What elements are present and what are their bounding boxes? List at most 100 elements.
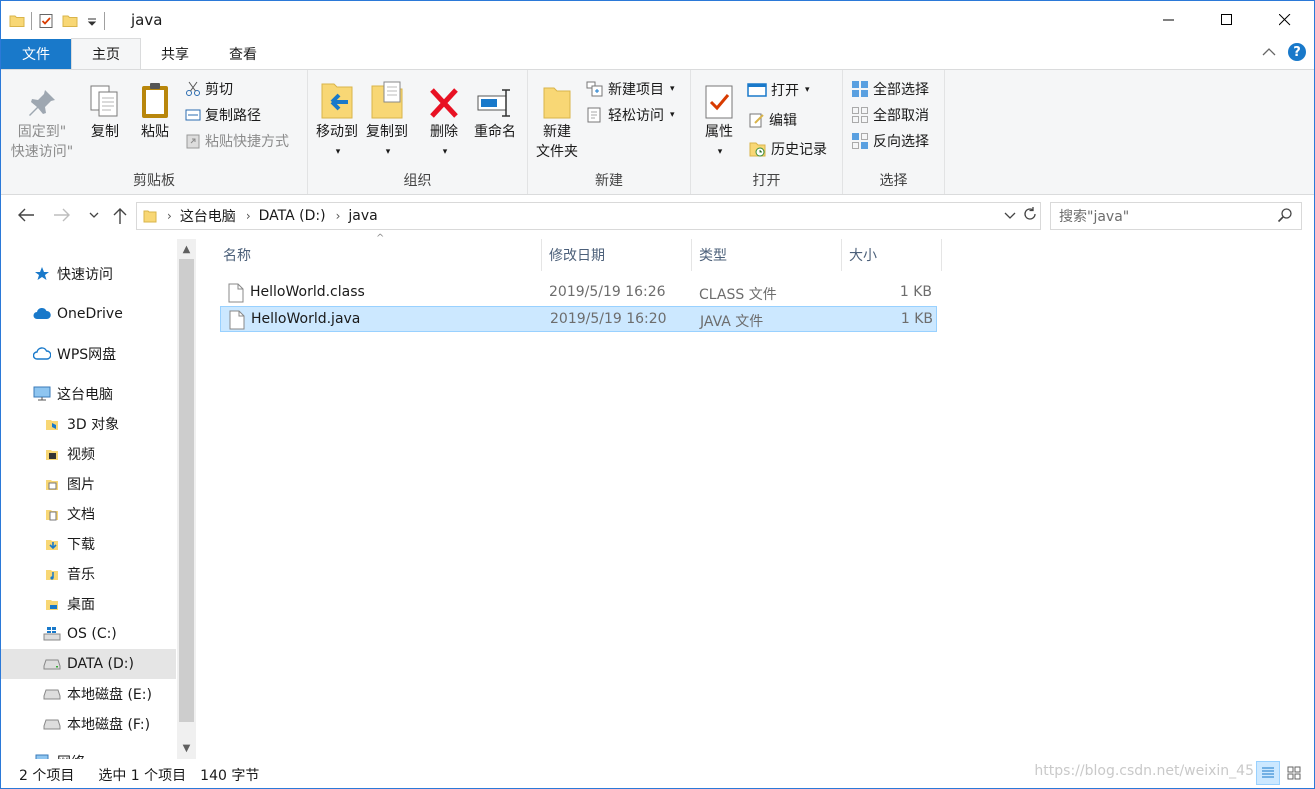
copy-path-icon bbox=[185, 109, 201, 121]
edit-button[interactable]: 编辑 bbox=[749, 110, 797, 130]
nav-item-e-drive[interactable]: 本地磁盘 (E:) bbox=[1, 679, 176, 709]
nav-item-documents[interactable]: 文档 bbox=[1, 499, 176, 529]
close-button[interactable] bbox=[1256, 1, 1314, 39]
breadcrumb-folder[interactable]: java bbox=[348, 208, 377, 224]
pin-label-line2: 快速访问" bbox=[10, 144, 74, 160]
nav-item-c-drive[interactable]: OS (C:) bbox=[1, 619, 176, 649]
maximize-button[interactable] bbox=[1198, 1, 1256, 39]
nav-item-quick-access[interactable]: 快速访问 bbox=[1, 259, 176, 289]
nav-label: 下载 bbox=[67, 537, 95, 553]
scroll-down-icon[interactable]: ▼ bbox=[177, 739, 196, 757]
pin-quick-access-button[interactable]: 固定到" 快速访问" bbox=[7, 76, 77, 162]
back-arrow-icon[interactable] bbox=[17, 208, 35, 222]
nav-item-downloads[interactable]: 下载 bbox=[1, 529, 176, 559]
move-to-button[interactable]: 移动到 ▾ bbox=[314, 76, 360, 162]
new-folder-label-line1: 新建 bbox=[543, 124, 571, 140]
minimize-button[interactable] bbox=[1140, 1, 1198, 39]
help-button[interactable]: ? bbox=[1288, 43, 1306, 61]
column-header-date[interactable]: 修改日期 bbox=[542, 239, 692, 271]
paste-shortcut-button[interactable]: 粘贴快捷方式 bbox=[185, 131, 289, 151]
column-header-type[interactable]: 类型 bbox=[692, 239, 842, 271]
open-button[interactable]: 打开 ▾ bbox=[747, 80, 810, 100]
collapse-ribbon-icon[interactable] bbox=[1262, 47, 1276, 57]
large-icons-view-button[interactable] bbox=[1282, 761, 1306, 785]
up-arrow-icon[interactable] bbox=[112, 207, 128, 225]
nav-item-network[interactable]: 网络 bbox=[1, 747, 176, 759]
new-folder-button[interactable]: 新建 文件夹 bbox=[532, 76, 582, 162]
breadcrumb-chevron-icon[interactable]: › bbox=[246, 209, 251, 223]
rename-button[interactable]: 重命名 bbox=[470, 76, 520, 142]
nav-item-d-drive[interactable]: DATA (D:) bbox=[1, 649, 176, 679]
scroll-thumb[interactable] bbox=[179, 259, 194, 722]
properties-button[interactable]: 属性 ▾ bbox=[699, 76, 739, 162]
invert-selection-button[interactable]: 反向选择 bbox=[851, 131, 929, 151]
ribbon: 固定到" 快速访问" 复制 粘贴 剪切 复制路径 粘贴快捷方式 剪贴板 移动到 … bbox=[1, 69, 1314, 195]
select-none-button[interactable]: 全部取消 bbox=[851, 105, 929, 125]
details-view-button[interactable] bbox=[1256, 761, 1280, 785]
nav-label: 图片 bbox=[67, 477, 95, 493]
paste-button[interactable]: 粘贴 bbox=[135, 76, 175, 142]
window-title: java bbox=[131, 11, 163, 29]
table-row[interactable]: HelloWorld.java 2019/5/19 16:20 JAVA 文件 … bbox=[220, 306, 937, 332]
file-date: 2019/5/19 16:26 bbox=[549, 284, 666, 300]
column-header-size[interactable]: 大小 bbox=[842, 239, 942, 271]
nav-item-3d-objects[interactable]: 3D 对象 bbox=[1, 409, 176, 439]
properties-icon[interactable] bbox=[38, 13, 54, 29]
copy-to-button[interactable]: 复制到 ▾ bbox=[364, 76, 410, 162]
nav-item-music[interactable]: 音乐 bbox=[1, 559, 176, 589]
tab-share[interactable]: 共享 bbox=[141, 39, 209, 69]
group-new: 新建 文件夹 新建项目 ▾ 轻松访问 ▾ 新建 bbox=[528, 70, 691, 194]
cut-label: 剪切 bbox=[205, 82, 233, 98]
nav-item-videos[interactable]: 视频 bbox=[1, 439, 176, 469]
nav-item-f-drive[interactable]: 本地磁盘 (F:) bbox=[1, 709, 176, 739]
new-item-button[interactable]: 新建项目 ▾ bbox=[586, 79, 675, 99]
nav-item-this-pc[interactable]: 这台电脑 bbox=[1, 379, 176, 409]
column-header-name[interactable]: 名称 bbox=[218, 239, 542, 271]
scissors-icon bbox=[186, 81, 200, 96]
new-folder-icon[interactable] bbox=[62, 13, 78, 29]
history-button[interactable]: 历史记录 bbox=[749, 139, 827, 159]
computer-icon bbox=[33, 386, 51, 401]
nav-item-pictures[interactable]: 图片 bbox=[1, 469, 176, 499]
customize-dropdown-icon[interactable] bbox=[86, 13, 98, 29]
breadcrumb-this-pc[interactable]: 这台电脑 bbox=[180, 206, 236, 226]
address-dropdown-icon[interactable] bbox=[1000, 208, 1020, 224]
scroll-up-icon[interactable]: ▲ bbox=[177, 240, 196, 258]
cut-button[interactable]: 剪切 bbox=[185, 79, 233, 99]
copy-label: 复制 bbox=[91, 124, 119, 140]
paste-shortcut-icon bbox=[186, 134, 200, 149]
delete-button[interactable]: 删除 ▾ bbox=[426, 76, 462, 162]
table-row[interactable]: HelloWorld.class 2019/5/19 16:26 CLASS 文… bbox=[220, 280, 937, 306]
select-all-button[interactable]: 全部选择 bbox=[851, 79, 929, 99]
maximize-icon bbox=[1221, 14, 1232, 25]
copy-path-button[interactable]: 复制路径 bbox=[185, 105, 261, 125]
nav-label: 本地磁盘 (E:) bbox=[67, 687, 152, 703]
nav-scrollbar[interactable]: ▲ ▼ bbox=[177, 239, 196, 759]
select-all-icon bbox=[852, 81, 868, 97]
search-icon[interactable] bbox=[1277, 207, 1293, 223]
tab-file[interactable]: 文件 bbox=[1, 39, 71, 69]
toolbar-separator bbox=[104, 12, 105, 30]
easy-access-button[interactable]: 轻松访问 ▾ bbox=[586, 105, 675, 125]
refresh-icon[interactable] bbox=[1020, 206, 1040, 226]
nav-label: 视频 bbox=[67, 447, 95, 463]
address-bar[interactable]: › 这台电脑 › DATA (D:) › java bbox=[136, 202, 1041, 230]
nav-item-wps[interactable]: WPS网盘 bbox=[1, 339, 176, 369]
copy-button[interactable]: 复制 bbox=[85, 76, 125, 142]
delete-dropdown-icon: ▾ bbox=[442, 147, 448, 157]
nav-label: 桌面 bbox=[67, 597, 95, 613]
select-all-label: 全部选择 bbox=[873, 82, 929, 98]
search-input[interactable]: 搜索"java" bbox=[1050, 202, 1302, 230]
recent-locations-icon[interactable] bbox=[89, 212, 99, 220]
breadcrumb-chevron-icon[interactable]: › bbox=[336, 209, 341, 223]
details-view-icon bbox=[1262, 767, 1274, 778]
folder-icon bbox=[143, 210, 157, 223]
breadcrumb-chevron-icon[interactable]: › bbox=[167, 209, 172, 223]
forward-arrow-icon[interactable] bbox=[53, 208, 71, 222]
tab-view[interactable]: 查看 bbox=[209, 39, 277, 69]
nav-item-desktop[interactable]: 桌面 bbox=[1, 589, 176, 619]
nav-item-onedrive[interactable]: OneDrive bbox=[1, 299, 176, 329]
delete-label: 删除 bbox=[430, 124, 458, 140]
tab-home[interactable]: 主页 bbox=[71, 38, 141, 69]
breadcrumb-drive[interactable]: DATA (D:) bbox=[259, 208, 326, 224]
